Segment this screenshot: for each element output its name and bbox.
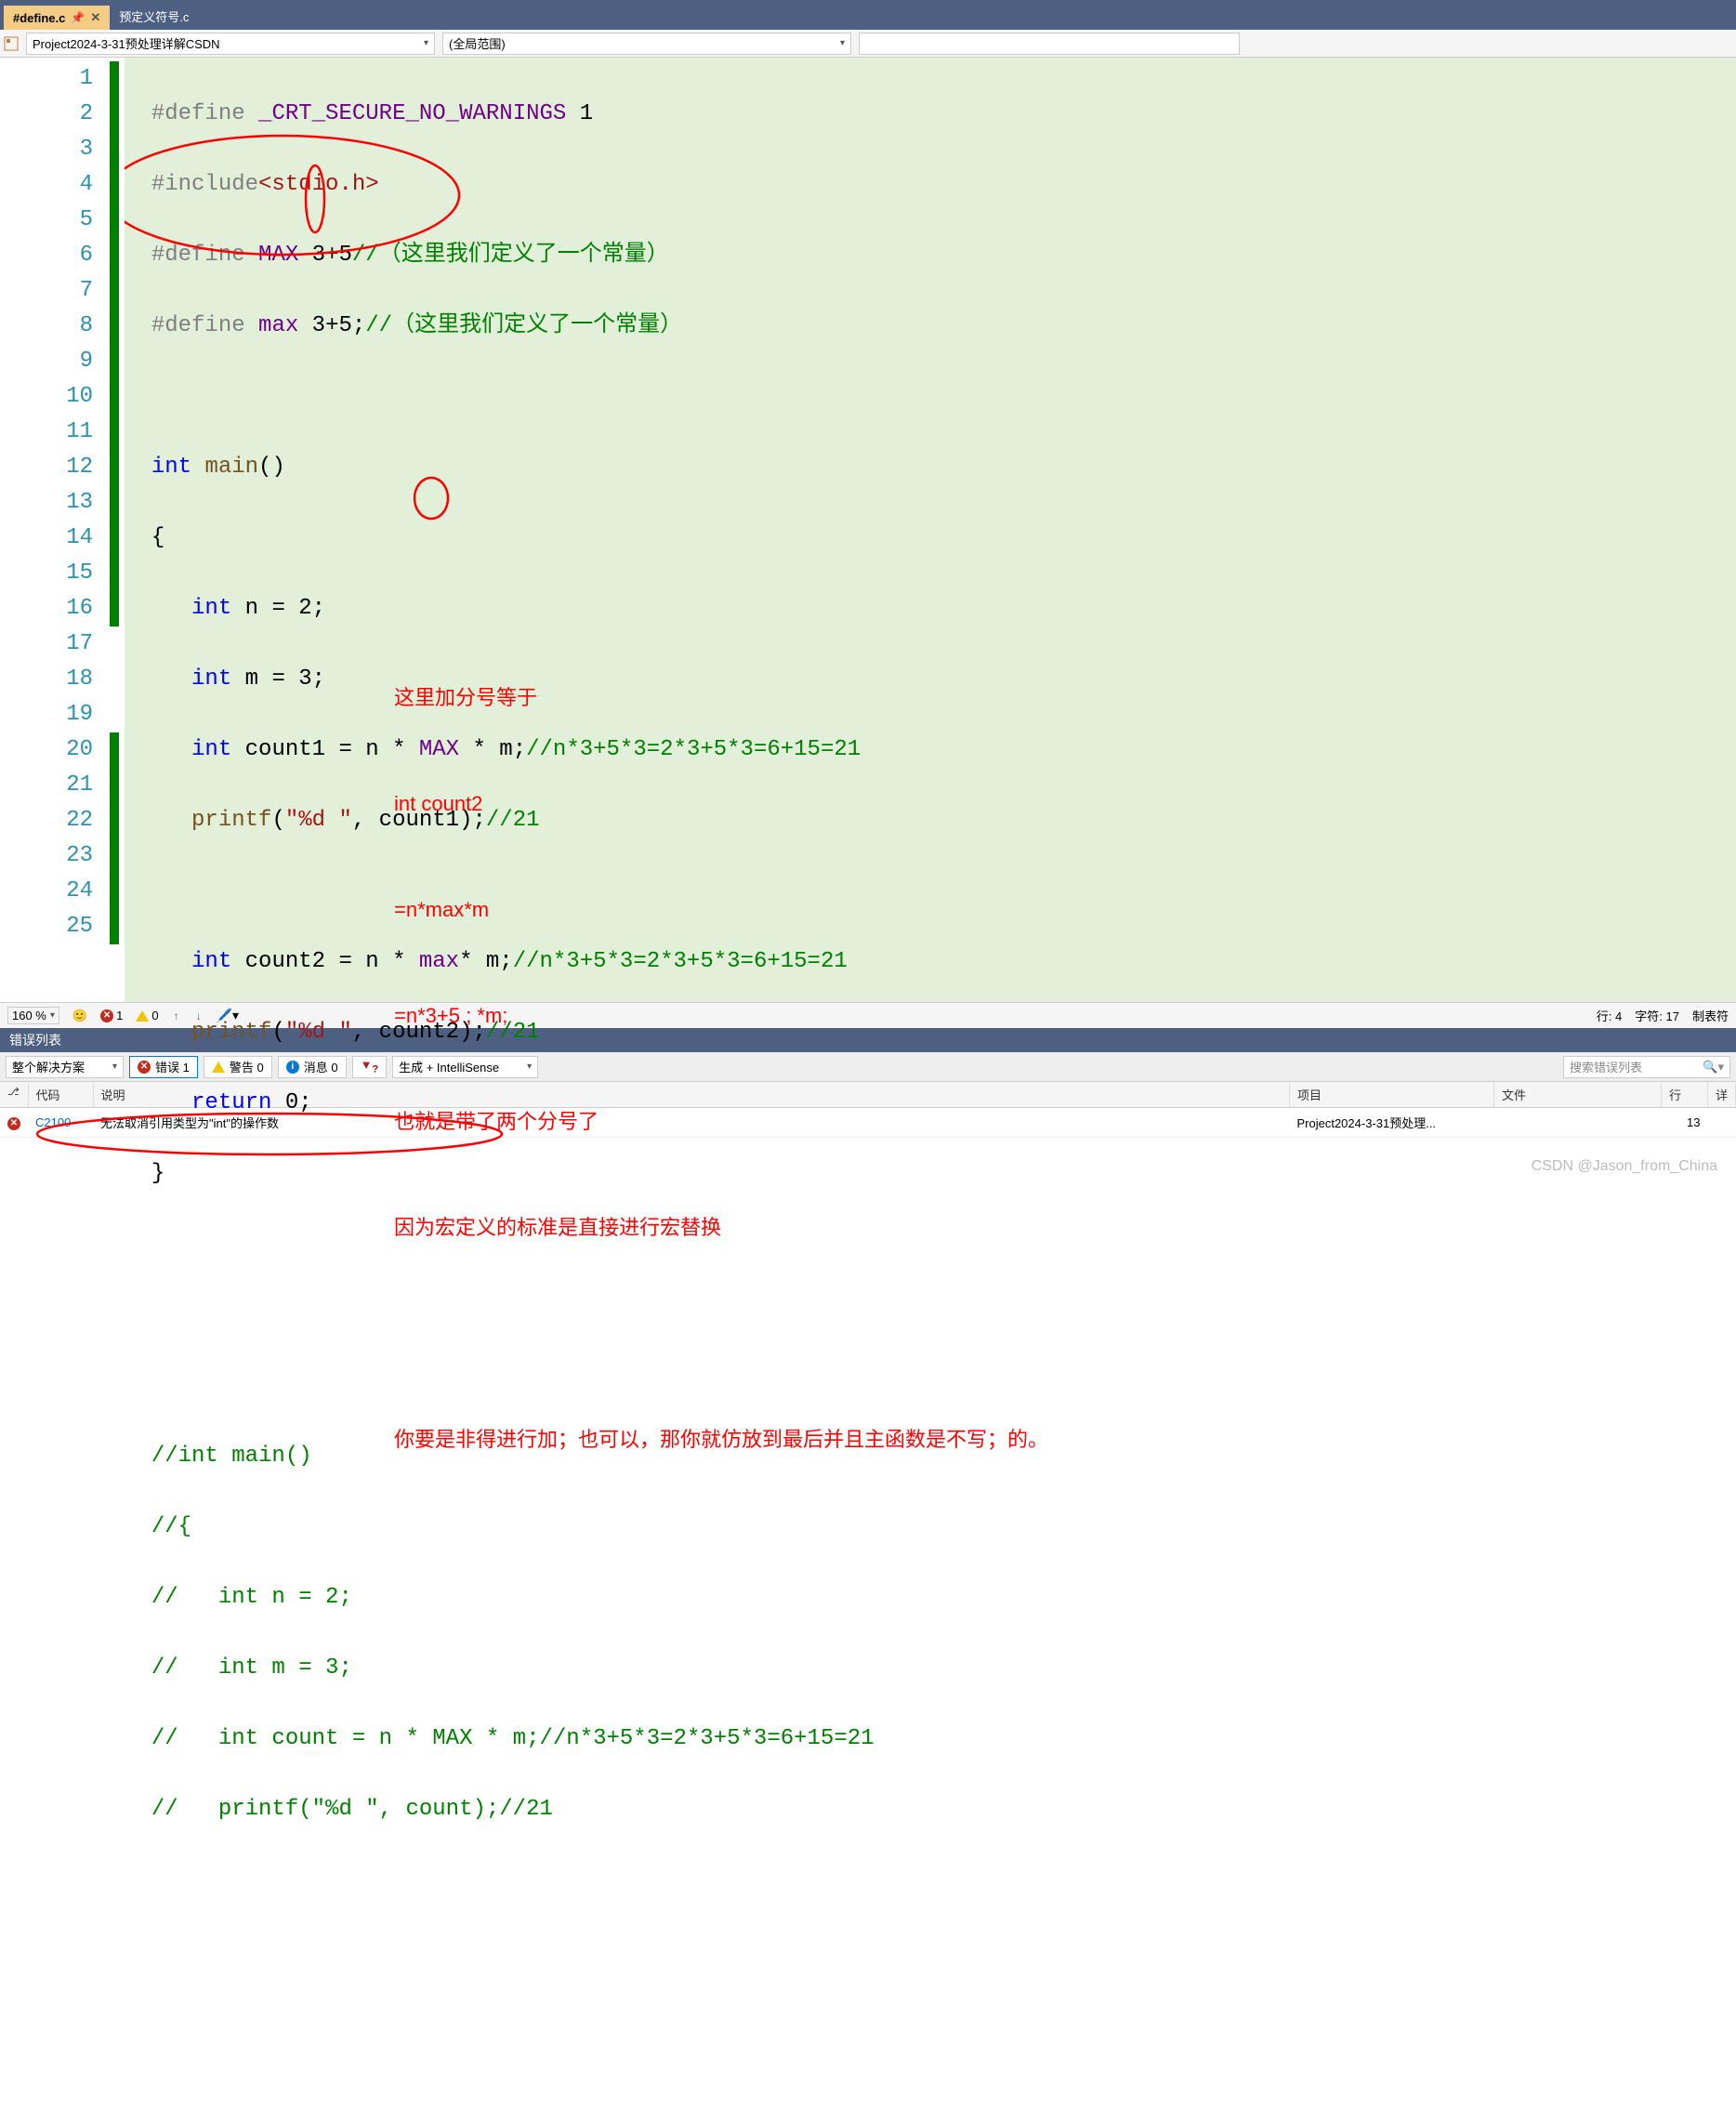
col-code[interactable]: 代码 [28,1082,93,1108]
close-icon[interactable]: ✕ [90,10,100,25]
project-icon [4,36,19,51]
tab-label: 预定义符号.c [119,7,189,25]
tab-define-c[interactable]: #define.c 📌 ✕ [4,6,110,30]
code-text[interactable]: #define _CRT_SECURE_NO_WARNINGS 1 #inclu… [125,58,1736,1002]
error-code[interactable]: C2100 [35,1115,71,1129]
tab-label: #define.c [13,11,65,25]
pin-icon[interactable]: 📌 [71,11,85,24]
scope-project-label: Project2024-3-31预处理详解CSDN [33,34,220,52]
scope-project-select[interactable]: Project2024-3-31预处理详解CSDN ▾ [26,33,435,55]
scope-function-select[interactable]: (全局范围) ▾ [442,33,851,55]
change-marker [110,58,125,1002]
scope-function-label: (全局范围) [449,34,506,52]
errlist-scope-select[interactable]: 整个解决方案▾ [6,1056,124,1078]
file-tabs: #define.c 📌 ✕ 预定义符号.c [0,0,1736,30]
scope-navbar: Project2024-3-31预处理详解CSDN ▾ (全局范围) ▾ [0,30,1736,58]
chevron-down-icon: ▾ [424,38,428,48]
feedback-icon[interactable]: 🙂 [72,1009,87,1023]
scope-member-select[interactable] [859,33,1240,55]
watermark: CSDN @Jason_from_China [1532,1158,1717,1175]
code-editor[interactable]: 1234567891011121314151617181920212223242… [0,58,1736,1002]
col-icon[interactable]: ⎇ [0,1082,28,1108]
zoom-select[interactable]: 160 %▾ [7,1007,59,1024]
tab-predefined-c[interactable]: 预定义符号.c [110,3,198,30]
line-gutter: 1234567891011121314151617181920212223242… [0,58,110,1002]
error-summary[interactable]: ✕1 [100,1009,123,1022]
chevron-down-icon: ▾ [840,38,845,48]
